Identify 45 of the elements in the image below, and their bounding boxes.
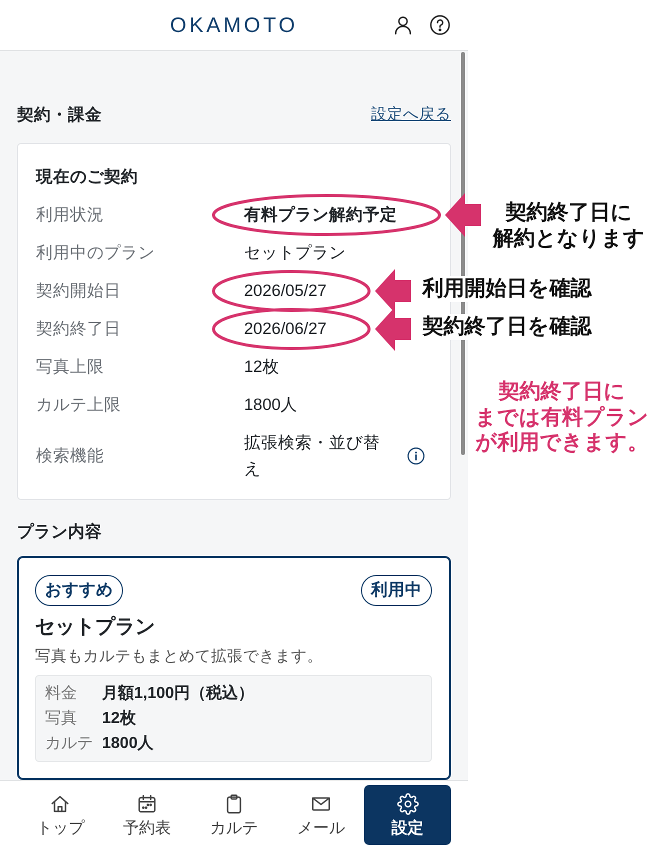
nav-tab[interactable]: メール xyxy=(277,785,364,845)
nav-tab[interactable]: カルテ xyxy=(190,785,278,845)
nav-tab[interactable]: トップ xyxy=(17,785,104,845)
detail-value: 1800人 xyxy=(102,734,154,754)
info-icon[interactable] xyxy=(407,447,425,465)
help-icon[interactable] xyxy=(429,14,451,36)
field-value: 1800人 xyxy=(244,396,298,414)
field-label: カルテ上限 xyxy=(36,395,122,416)
detail-value: 12枚 xyxy=(102,708,136,729)
callout-arrow xyxy=(374,307,411,351)
plan-description: 写真もカルテもまとめて拡張できます。 xyxy=(35,647,324,667)
plan-name: セットプラン xyxy=(35,614,156,640)
callout-arrow xyxy=(374,269,411,313)
detail-label: 料金 xyxy=(45,684,78,704)
annotation-note: 契約終了日に までは有料プラン が利用できます。 xyxy=(475,379,649,456)
field-label: 写真上限 xyxy=(36,357,105,378)
settings-icon xyxy=(396,792,419,814)
page-title: 契約・課金 xyxy=(17,105,102,126)
account-icon[interactable] xyxy=(392,14,414,36)
field-value: 有料プラン解約予定 xyxy=(244,206,397,224)
calendar-icon xyxy=(136,792,158,814)
field-value: 拡張検索・並び替え xyxy=(244,434,380,478)
card-title: 現在のご契約 xyxy=(36,167,139,188)
callout-arrow xyxy=(445,193,481,237)
plan-tag: 利用中 xyxy=(361,575,432,606)
field-label: 検索機能 xyxy=(36,446,105,467)
field-value: 2026/06/27 xyxy=(244,320,327,338)
callout-text: 利用開始日を確認 xyxy=(420,276,594,302)
field-value: 2026/05/27 xyxy=(244,282,327,300)
field-label: 契約開始日 xyxy=(36,281,122,302)
detail-value: 月額1,100円（税込） xyxy=(102,683,254,704)
field-value: 12枚 xyxy=(244,358,280,376)
field-label: 利用状況 xyxy=(36,205,105,226)
nav-tab[interactable]: 予約表 xyxy=(104,785,191,845)
section-title: プラン内容 xyxy=(17,522,103,543)
nav-tab[interactable]: 設定 xyxy=(364,785,451,845)
field-value: セットプラン xyxy=(244,244,346,262)
brand-logo: OKAMOTO xyxy=(170,14,298,36)
detail-label: カルテ xyxy=(45,734,94,754)
plan-tag: おすすめ xyxy=(35,575,123,606)
detail-label: 写真 xyxy=(45,708,78,729)
callout-text: 契約終了日を確認 xyxy=(420,314,594,340)
back-link[interactable]: 設定へ戻る xyxy=(371,103,451,127)
field-label: 契約終了日 xyxy=(36,319,122,340)
field-label: 利用中のプラン xyxy=(36,243,156,264)
